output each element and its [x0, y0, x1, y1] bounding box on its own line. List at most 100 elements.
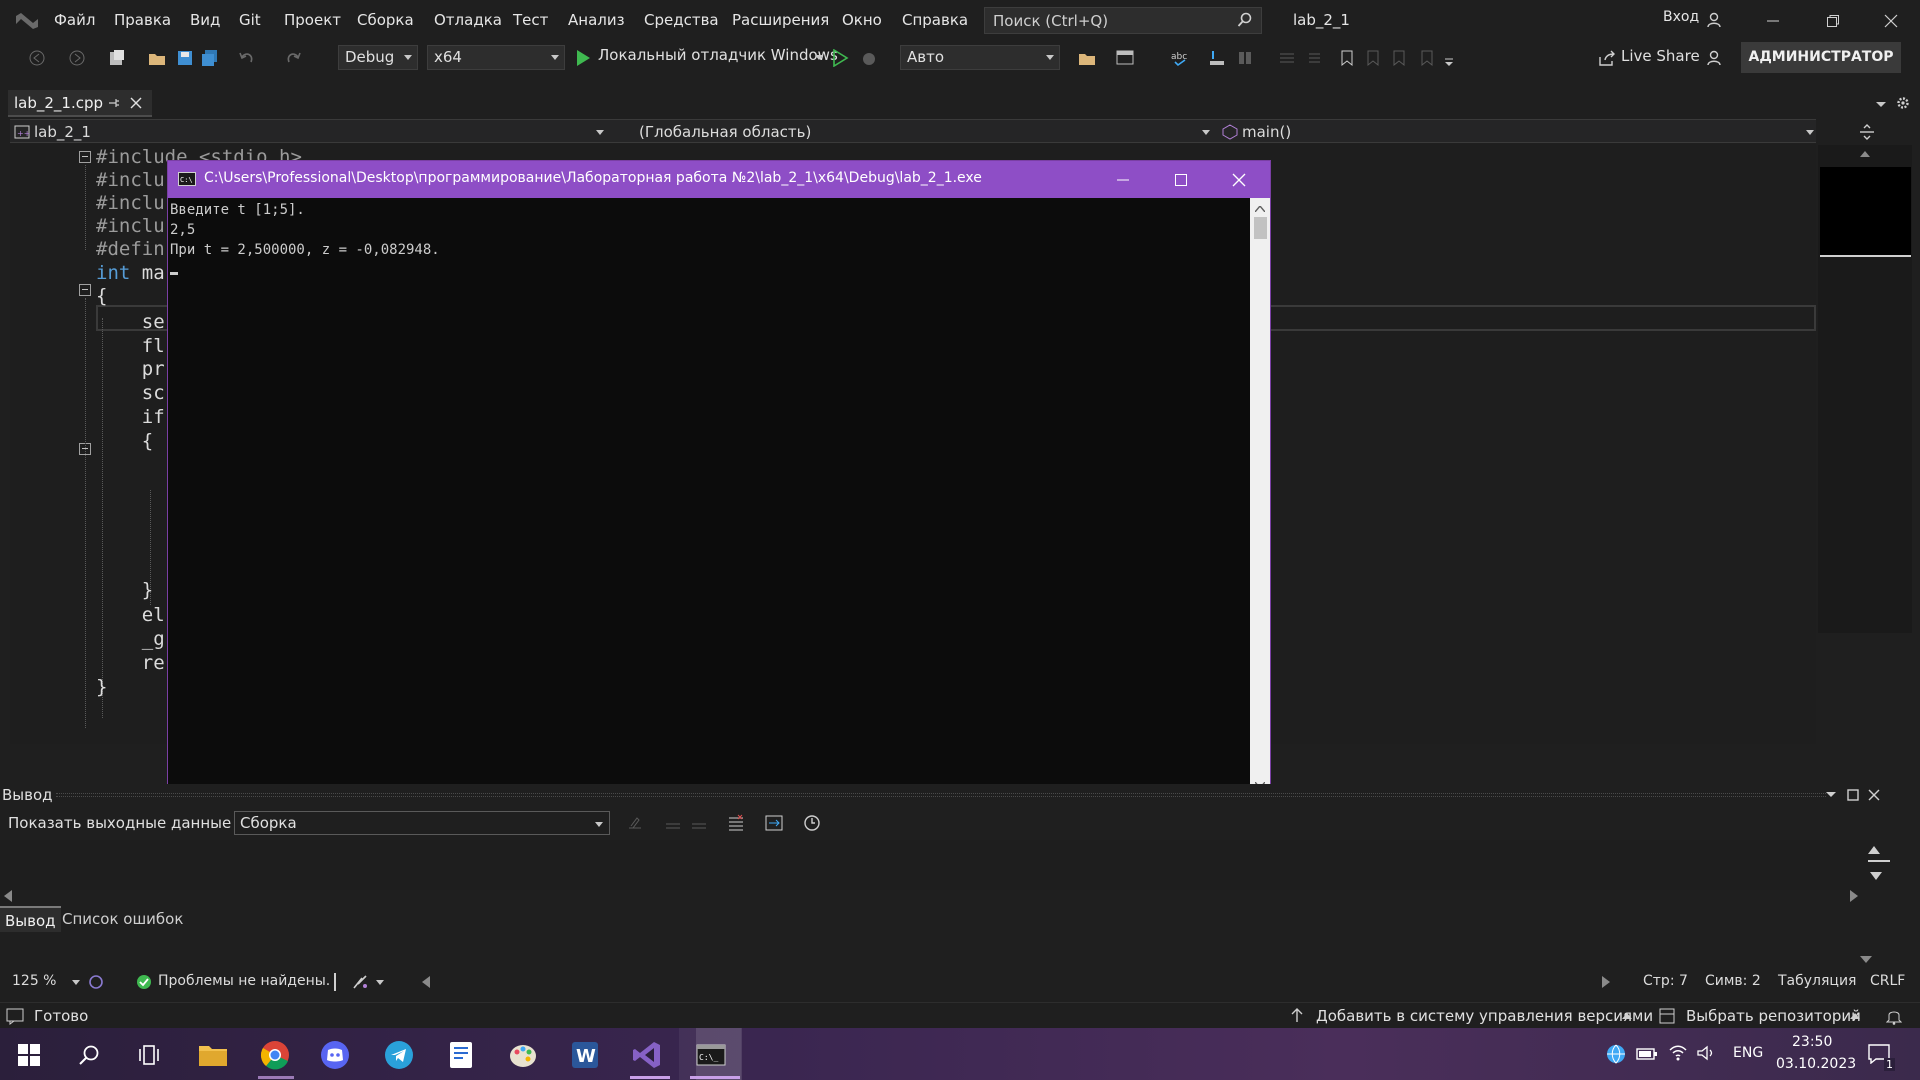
minimap-viewport[interactable]: [1820, 167, 1911, 257]
console-output[interactable]: Введите t [1;5]. 2,5 При t = 2,500000, z…: [168, 198, 1250, 797]
chevron-down-icon[interactable]: [376, 980, 384, 986]
close-tab-icon[interactable]: [130, 97, 142, 109]
clock-time[interactable]: 23:50: [1792, 1034, 1832, 1050]
clock-icon[interactable]: [803, 814, 821, 832]
network-globe-icon[interactable]: [1606, 1044, 1626, 1064]
comment-icon[interactable]: [1278, 49, 1296, 67]
scroll-up-icon[interactable]: [1255, 206, 1265, 212]
chevron-up-icon[interactable]: [1622, 1013, 1632, 1019]
tab-error-list[interactable]: Список ошибок: [62, 910, 183, 928]
pin-icon[interactable]: [106, 96, 120, 110]
sign-in-link[interactable]: Вход: [1663, 9, 1699, 25]
scroll-down-icon[interactable]: [1870, 872, 1882, 880]
bookmark-icon[interactable]: [1338, 49, 1356, 67]
console-window[interactable]: C:\ C:\Users\Professional\Desktop\програ…: [167, 160, 1271, 798]
chevron-down-icon[interactable]: [815, 55, 823, 61]
menu-view[interactable]: Вид: [190, 11, 220, 29]
pane-options-icon[interactable]: [1826, 792, 1836, 798]
menu-help[interactable]: Справка: [902, 11, 968, 29]
file-explorer-icon[interactable]: [198, 1040, 228, 1068]
scroll-right-icon[interactable]: [1850, 890, 1858, 902]
start-debug-button[interactable]: Локальный отладчик Windows: [598, 46, 838, 64]
console-close-icon[interactable]: [1232, 173, 1246, 187]
maximize-pane-icon[interactable]: [1847, 789, 1859, 801]
search-input[interactable]: Поиск (Ctrl+Q): [984, 7, 1262, 34]
tab-list-dropdown-icon[interactable]: [1876, 102, 1886, 108]
hot-reload-icon[interactable]: [860, 49, 878, 67]
menu-window[interactable]: Окно: [842, 11, 882, 29]
output-scroll-thumb[interactable]: [1868, 860, 1890, 862]
redo-icon[interactable]: [284, 49, 302, 67]
input-language[interactable]: ENG: [1733, 1045, 1763, 1061]
split-editor-icon[interactable]: [1858, 123, 1876, 141]
live-share-icon[interactable]: [1598, 49, 1616, 67]
solution-platform-select[interactable]: x64: [427, 45, 565, 70]
chevron-down-icon[interactable]: [72, 980, 80, 986]
menu-build[interactable]: Сборка: [357, 11, 414, 29]
step-over-icon[interactable]: [1236, 49, 1254, 67]
new-project-icon[interactable]: [108, 49, 126, 67]
prev-message-icon[interactable]: [664, 814, 682, 832]
add-to-source-control-button[interactable]: Добавить в систему управления версиями: [1316, 1007, 1653, 1025]
discord-icon[interactable]: [320, 1040, 350, 1070]
forward-icon[interactable]: [68, 49, 86, 67]
restore-icon[interactable]: [1826, 14, 1840, 28]
auto-select[interactable]: Авто: [900, 45, 1060, 70]
column-number[interactable]: Симв: 2: [1705, 973, 1761, 989]
battery-icon[interactable]: [1636, 1046, 1658, 1062]
back-icon[interactable]: [28, 49, 46, 67]
start-without-debug-icon[interactable]: [831, 49, 849, 67]
problems-status[interactable]: Проблемы не найдены.: [158, 973, 330, 989]
console-scroll-thumb[interactable]: [1254, 217, 1267, 239]
menu-file[interactable]: Файл: [54, 11, 95, 29]
visual-studio-taskbar-icon[interactable]: [632, 1040, 662, 1070]
arrow-up-icon[interactable]: [1290, 1007, 1304, 1023]
zoom-select[interactable]: 125 %: [12, 973, 56, 989]
menu-extensions[interactable]: Расширения: [732, 11, 829, 29]
menu-git[interactable]: Git: [239, 11, 261, 29]
uncomment-icon[interactable]: [1304, 49, 1322, 67]
visual-studio-logo-icon[interactable]: [14, 10, 40, 32]
nav-member-select[interactable]: main(): [1242, 123, 1291, 141]
word-icon[interactable]: W: [570, 1040, 600, 1070]
window-layout-icon[interactable]: [1116, 49, 1134, 67]
telegram-icon[interactable]: [384, 1040, 414, 1070]
find-message-icon[interactable]: [626, 814, 644, 832]
clear-bookmarks-icon[interactable]: [1418, 49, 1436, 67]
scroll-left-icon[interactable]: [422, 976, 430, 988]
toolbar-overflow-icon[interactable]: [1444, 49, 1462, 67]
feedback-icon[interactable]: [1706, 49, 1724, 67]
prev-bookmark-icon[interactable]: [1364, 49, 1382, 67]
chrome-icon[interactable]: [260, 1040, 290, 1070]
console-maximize-icon[interactable]: [1174, 173, 1188, 187]
menu-analyze[interactable]: Анализ: [568, 11, 625, 29]
live-share-button[interactable]: Live Share: [1621, 47, 1700, 65]
account-icon[interactable]: [1706, 11, 1724, 29]
solution-explorer-icon[interactable]: [1078, 49, 1096, 67]
output-text-area[interactable]: [0, 840, 1870, 890]
close-pane-icon[interactable]: [1868, 789, 1880, 801]
spell-check-icon[interactable]: abc: [1171, 49, 1189, 67]
gear-icon[interactable]: [1896, 96, 1910, 110]
output-source-select[interactable]: Сборка: [234, 811, 610, 835]
nav-scope-select[interactable]: (Глобальная область): [639, 123, 811, 141]
scroll-down-icon[interactable]: [1860, 956, 1872, 964]
scroll-up-icon[interactable]: [1860, 151, 1870, 157]
paint-icon[interactable]: [508, 1040, 538, 1070]
solution-config-select[interactable]: Debug: [338, 45, 418, 70]
intellicode-icon[interactable]: [88, 974, 104, 990]
scroll-left-icon[interactable]: [4, 890, 12, 902]
console-scrollbar[interactable]: [1250, 198, 1270, 797]
save-all-icon[interactable]: [201, 49, 219, 67]
start-debug-icon[interactable]: [574, 49, 592, 67]
line-number[interactable]: Стр: 7: [1643, 973, 1688, 989]
code-cleanup-icon[interactable]: [352, 974, 370, 990]
clear-all-icon[interactable]: [727, 814, 745, 832]
scroll-up-icon[interactable]: [1868, 846, 1880, 854]
minimize-icon[interactable]: [1766, 14, 1780, 28]
select-repository-button[interactable]: Выбрать репозиторий: [1686, 1007, 1861, 1025]
clock-date[interactable]: 03.10.2023: [1776, 1056, 1856, 1072]
fold-toggle-main[interactable]: [79, 284, 91, 296]
menu-test[interactable]: Тест: [513, 11, 548, 29]
menu-tools[interactable]: Средства: [644, 11, 719, 29]
